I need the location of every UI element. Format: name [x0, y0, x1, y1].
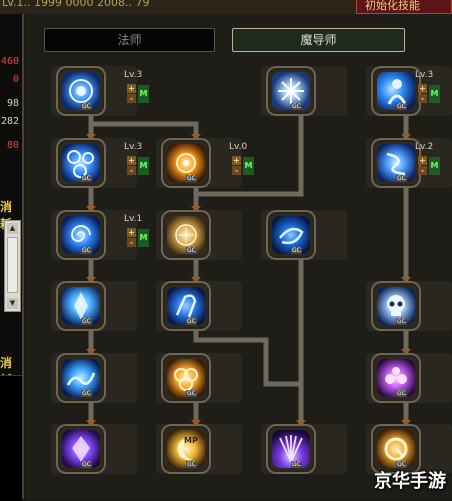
skill-pink-orbs[interactable]: GC — [371, 353, 421, 403]
gc-badge: GC — [396, 390, 407, 397]
skill-purple-crystal[interactable]: GC — [56, 424, 106, 474]
skill-level-label: Lv.3 — [124, 142, 143, 152]
level-up-button[interactable]: + — [127, 84, 136, 93]
scroll-thumb[interactable] — [7, 237, 18, 293]
top-banner-text: LV.1.. 1999 0000 2008.. 79 — [2, 0, 150, 9]
skill-purple-burst[interactable]: GC — [266, 424, 316, 474]
level-down-button[interactable]: - — [127, 94, 136, 103]
gc-badge: GC — [186, 461, 197, 468]
gc-badge: GC — [291, 103, 302, 110]
master-button[interactable]: M — [429, 157, 440, 175]
gc-badge: GC — [291, 247, 302, 254]
gc-badge: GC — [396, 318, 407, 325]
level-up-button[interactable]: + — [127, 228, 136, 237]
gc-badge: GC — [186, 175, 197, 182]
skill-figure[interactable]: GC — [371, 66, 421, 116]
master-button[interactable]: M — [243, 157, 254, 175]
level-down-button[interactable]: - — [127, 238, 136, 247]
watermark-text: 京华手游 — [374, 471, 446, 492]
skill-level-label: Lv.0 — [229, 142, 248, 152]
gc-badge: GC — [186, 318, 197, 325]
master-button[interactable]: M — [138, 157, 149, 175]
level-up-button[interactable]: + — [418, 84, 427, 93]
skill-bubbles[interactable]: GC — [56, 138, 106, 188]
skill-list-scrollbar[interactable]: ▲ ▼ — [4, 220, 21, 312]
stat-value: 460 — [0, 56, 19, 67]
gc-badge: GC — [81, 247, 92, 254]
level-up-button[interactable]: + — [127, 156, 136, 165]
skill-level-label: Lv.3 — [124, 70, 143, 80]
skill-wave[interactable]: GC — [56, 353, 106, 403]
skill-orb-sun[interactable]: GC — [161, 138, 211, 188]
reset-skills-label: 初始化技能 — [365, 0, 420, 12]
gc-badge: GC — [396, 175, 407, 182]
stat-value: 80 — [6, 140, 19, 151]
skill-swirl-wind[interactable]: GC — [266, 210, 316, 260]
skill-level-label: Lv.3 — [415, 70, 434, 80]
stat-value: 98 — [6, 98, 19, 109]
gc-badge: GC — [396, 103, 407, 110]
mp-label: MP — [184, 436, 198, 445]
skill-rune-circle[interactable]: GC — [161, 210, 211, 260]
master-button[interactable]: M — [138, 229, 149, 247]
scroll-down-icon[interactable]: ▼ — [7, 298, 18, 309]
connector — [91, 121, 199, 138]
skill-level-label: Lv.2 — [415, 142, 434, 152]
skill-mp-moon[interactable]: MP GC — [161, 424, 211, 474]
skill-whirlwind[interactable]: GC — [371, 138, 421, 188]
gc-badge: GC — [81, 461, 92, 468]
skill-level-label: Lv.1 — [124, 214, 143, 224]
skill-ice-shard[interactable]: GC — [56, 281, 106, 331]
skill-lightning-burst[interactable]: GC — [266, 66, 316, 116]
connector — [193, 331, 301, 387]
gc-badge: GC — [81, 318, 92, 325]
level-down-button[interactable]: - — [232, 166, 241, 175]
skill-water-ring[interactable]: GC — [56, 66, 106, 116]
level-down-button[interactable]: - — [127, 166, 136, 175]
gc-badge: GC — [186, 247, 197, 254]
gc-badge: GC — [81, 103, 92, 110]
skill-hook[interactable]: GC — [161, 281, 211, 331]
cost-list-box — [0, 375, 22, 501]
level-up-button[interactable]: + — [418, 156, 427, 165]
top-banner: LV.1.. 1999 0000 2008.. 79 初始化技能 — [0, 0, 452, 14]
gc-badge: GC — [186, 390, 197, 397]
skill-skull[interactable]: GC — [371, 281, 421, 331]
skill-sun-rings[interactable]: GC — [161, 353, 211, 403]
scroll-up-icon[interactable]: ▲ — [7, 223, 18, 234]
master-button[interactable]: M — [429, 85, 440, 103]
connector — [196, 116, 304, 197]
stat-value: 282 — [0, 116, 19, 127]
level-down-button[interactable]: - — [418, 94, 427, 103]
gc-badge: GC — [81, 175, 92, 182]
level-up-button[interactable]: + — [232, 156, 241, 165]
gc-badge: GC — [81, 390, 92, 397]
gc-badge: GC — [291, 461, 302, 468]
skill-vortex[interactable]: GC — [56, 210, 106, 260]
skill-tree-panel: 法师 魔导师 GC Lv.3 + - M GC GC Lv.3 + - M GC… — [26, 14, 452, 499]
master-button[interactable]: M — [138, 85, 149, 103]
reset-skills-button[interactable]: 初始化技能 — [356, 0, 452, 14]
stat-value: 0 — [12, 74, 19, 85]
level-down-button[interactable]: - — [418, 166, 427, 175]
